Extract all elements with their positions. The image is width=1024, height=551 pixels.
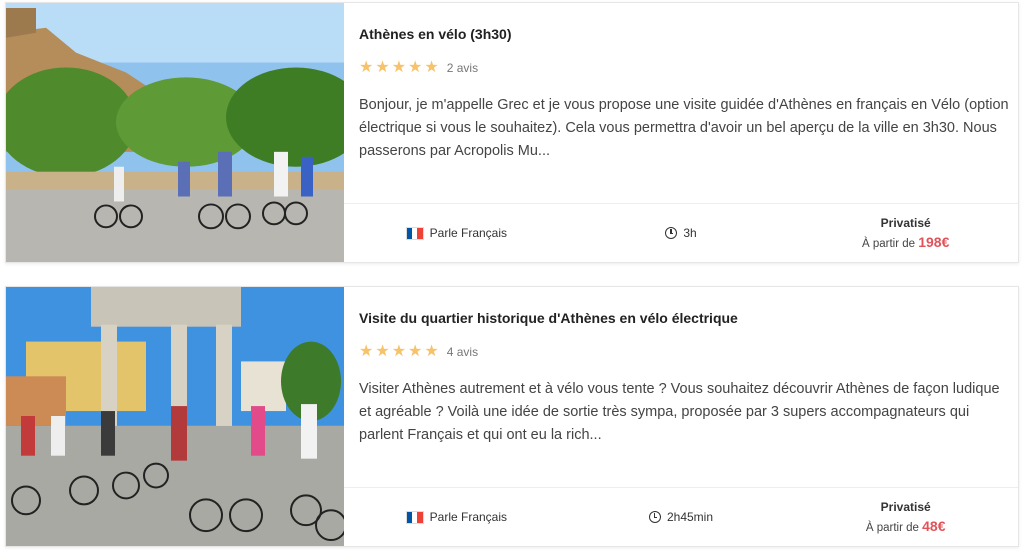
tour-image[interactable] bbox=[6, 287, 344, 546]
duration-info: 2h45min bbox=[569, 510, 794, 524]
duration-label: 3h bbox=[683, 226, 697, 240]
star-icon: ★ bbox=[391, 59, 407, 76]
star-icon: ★ bbox=[391, 343, 407, 360]
star-icon: ★ bbox=[424, 59, 439, 76]
tour-details: Athènes en vélo (3h30) ★ ★ ★ ★ ★ 2 avis … bbox=[344, 3, 1018, 262]
price-info: Privatisé À partir de 48€ bbox=[793, 500, 1018, 534]
tour-rating: ★ ★ ★ ★ ★ 4 avis bbox=[359, 344, 478, 360]
price-amount: 48€ bbox=[922, 518, 946, 534]
tour-rating: ★ ★ ★ ★ ★ 2 avis bbox=[359, 60, 478, 76]
tour-footer: Parle Français 2h45min Privatisé À parti… bbox=[344, 487, 1018, 546]
language-info: Parle Français bbox=[344, 226, 569, 240]
star-icon: ★ bbox=[359, 343, 374, 360]
star-icon: ★ bbox=[359, 59, 374, 76]
star-icon: ★ bbox=[408, 343, 423, 360]
review-count: 4 avis bbox=[446, 345, 479, 359]
tour-title[interactable]: Athènes en vélo (3h30) bbox=[359, 26, 512, 42]
duration-label: 2h45min bbox=[666, 510, 714, 524]
tour-title[interactable]: Visite du quartier historique d'Athènes … bbox=[359, 310, 738, 326]
star-icon: ★ bbox=[375, 59, 390, 76]
tour-description: Bonjour, je m'appelle Grec et je vous pr… bbox=[359, 97, 1009, 159]
tour-image[interactable] bbox=[6, 3, 344, 262]
tour-description: Visiter Athènes autrement et à vélo vous… bbox=[359, 381, 1000, 443]
price-amount: 198€ bbox=[918, 234, 950, 250]
tour-type: Privatisé bbox=[880, 216, 931, 230]
price-prefix: À partir de bbox=[865, 522, 919, 534]
language-label: Parle Français bbox=[429, 510, 508, 524]
star-icon: ★ bbox=[424, 343, 439, 360]
clock-icon bbox=[648, 511, 661, 523]
star-icon: ★ bbox=[375, 343, 390, 360]
tour-card[interactable]: Athènes en vélo (3h30) ★ ★ ★ ★ ★ 2 avis … bbox=[5, 2, 1019, 263]
language-label: Parle Français bbox=[429, 226, 508, 240]
athens-ebike-photo bbox=[6, 287, 344, 546]
price-prefix: À partir de bbox=[861, 238, 916, 250]
price-line: À partir de 198€ bbox=[862, 234, 949, 250]
tour-footer: Parle Français 3h Privatisé À partir de … bbox=[344, 203, 1018, 262]
clock-icon bbox=[665, 227, 678, 239]
french-flag-icon bbox=[405, 226, 424, 240]
tour-details: Visite du quartier historique d'Athènes … bbox=[344, 287, 1018, 546]
athens-bike-photo bbox=[6, 3, 344, 262]
duration-info: 3h bbox=[569, 226, 794, 240]
tour-type: Privatisé bbox=[880, 500, 931, 514]
price-line: À partir de 48€ bbox=[866, 518, 946, 534]
star-icon: ★ bbox=[408, 59, 423, 76]
review-count: 2 avis bbox=[446, 61, 479, 75]
tour-card[interactable]: Visite du quartier historique d'Athènes … bbox=[5, 286, 1019, 547]
french-flag-icon bbox=[405, 510, 424, 524]
language-info: Parle Français bbox=[344, 510, 569, 524]
price-info: Privatisé À partir de 198€ bbox=[793, 216, 1018, 250]
